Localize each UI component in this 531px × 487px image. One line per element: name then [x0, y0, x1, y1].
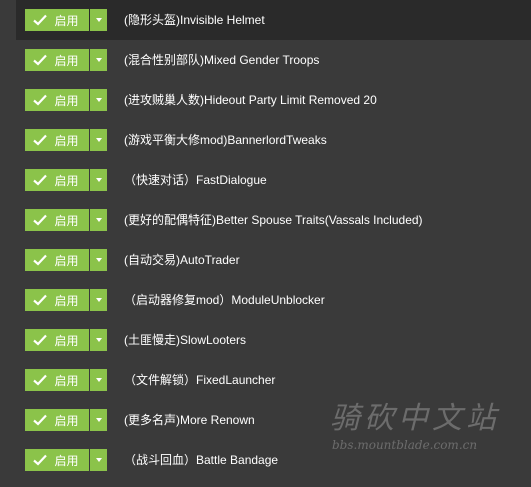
enable-dropdown-button[interactable]: [90, 369, 107, 391]
enable-label: 启用: [54, 173, 79, 188]
enable-dropdown-button[interactable]: [90, 129, 107, 151]
mod-row-fixed-launcher[interactable]: 启用 （文件解锁）FixedLauncher: [0, 360, 531, 400]
chevron-down-icon: [95, 178, 102, 182]
chevron-down-icon: [95, 338, 102, 342]
mod-row-better-spouse-traits[interactable]: 启用 (更好的配偶特征)Better Spouse Traits(Vassals…: [0, 200, 531, 240]
check-icon: [33, 174, 48, 186]
check-icon: [33, 134, 48, 146]
mod-name: (游戏平衡大修mod)BannerlordTweaks: [124, 133, 327, 147]
mod-name: (更好的配偶特征)Better Spouse Traits(Vassals In…: [124, 213, 423, 227]
mod-name: (进攻贼巢人数)Hideout Party Limit Removed 20: [124, 93, 377, 107]
enable-button[interactable]: 启用: [25, 89, 89, 111]
enable-label: 启用: [54, 333, 79, 348]
enable-dropdown-button[interactable]: [90, 89, 107, 111]
enable-label: 启用: [54, 293, 79, 308]
enable-toggle: 启用: [25, 249, 107, 271]
enable-button[interactable]: 启用: [25, 289, 89, 311]
mod-row-battle-bandage[interactable]: 启用 （战斗回血）Battle Bandage: [0, 440, 531, 480]
check-icon: [33, 294, 48, 306]
enable-toggle: 启用: [25, 89, 107, 111]
enable-label: 启用: [54, 373, 79, 388]
mod-name: （文件解锁）FixedLauncher: [124, 373, 276, 387]
enable-toggle: 启用: [25, 169, 107, 191]
enable-button[interactable]: 启用: [25, 209, 89, 231]
enable-label: 启用: [54, 253, 79, 268]
chevron-down-icon: [95, 418, 102, 422]
enable-toggle: 启用: [25, 129, 107, 151]
chevron-down-icon: [95, 378, 102, 382]
check-icon: [33, 254, 48, 266]
enable-button[interactable]: 启用: [25, 369, 89, 391]
chevron-down-icon: [95, 258, 102, 262]
mod-row-more-renown[interactable]: 启用 (更多名声)More Renown: [0, 400, 531, 440]
mod-list: 启用 (隐形头盔)Invisible Helmet 启用 (混合性别部队)Mix…: [0, 0, 531, 487]
enable-dropdown-button[interactable]: [90, 329, 107, 351]
enable-dropdown-button[interactable]: [90, 209, 107, 231]
enable-label: 启用: [54, 13, 79, 28]
check-icon: [33, 214, 48, 226]
mod-row-module-unblocker[interactable]: 启用 （启动器修复mod）ModuleUnblocker: [0, 280, 531, 320]
enable-toggle: 启用: [25, 329, 107, 351]
chevron-down-icon: [95, 98, 102, 102]
mod-name: (混合性别部队)Mixed Gender Troops: [124, 53, 320, 67]
mod-row-auto-trader[interactable]: 启用 (自动交易)AutoTrader: [0, 240, 531, 280]
mod-name: （快速对话）FastDialogue: [124, 173, 267, 187]
mod-row-bannerlord-tweaks[interactable]: 启用 (游戏平衡大修mod)BannerlordTweaks: [0, 120, 531, 160]
enable-toggle: 启用: [25, 209, 107, 231]
enable-toggle: 启用: [25, 409, 107, 431]
mod-row-mixed-gender-troops[interactable]: 启用 (混合性别部队)Mixed Gender Troops: [0, 40, 531, 80]
chevron-down-icon: [95, 138, 102, 142]
chevron-down-icon: [95, 298, 102, 302]
mod-name: (土匪慢走)SlowLooters: [124, 333, 247, 347]
enable-button[interactable]: 启用: [25, 9, 89, 31]
enable-dropdown-button[interactable]: [90, 49, 107, 71]
enable-toggle: 启用: [25, 49, 107, 71]
chevron-down-icon: [95, 58, 102, 62]
check-icon: [33, 94, 48, 106]
enable-dropdown-button[interactable]: [90, 9, 107, 31]
mod-name: (更多名声)More Renown: [124, 413, 255, 427]
mod-name: （启动器修复mod）ModuleUnblocker: [124, 293, 325, 307]
enable-label: 启用: [54, 53, 79, 68]
chevron-down-icon: [95, 458, 102, 462]
enable-toggle: 启用: [25, 369, 107, 391]
enable-dropdown-button[interactable]: [90, 449, 107, 471]
enable-button[interactable]: 启用: [25, 129, 89, 151]
enable-button[interactable]: 启用: [25, 249, 89, 271]
enable-dropdown-button[interactable]: [90, 169, 107, 191]
enable-dropdown-button[interactable]: [90, 249, 107, 271]
mod-name: (自动交易)AutoTrader: [124, 253, 240, 267]
mod-name: (隐形头盔)Invisible Helmet: [124, 13, 265, 27]
check-icon: [33, 374, 48, 386]
enable-button[interactable]: 启用: [25, 329, 89, 351]
check-icon: [33, 14, 48, 26]
enable-label: 启用: [54, 213, 79, 228]
enable-label: 启用: [54, 133, 79, 148]
enable-toggle: 启用: [25, 9, 107, 31]
enable-toggle: 启用: [25, 449, 107, 471]
enable-toggle: 启用: [25, 289, 107, 311]
chevron-down-icon: [95, 218, 102, 222]
enable-button[interactable]: 启用: [25, 409, 89, 431]
enable-dropdown-button[interactable]: [90, 409, 107, 431]
check-icon: [33, 54, 48, 66]
mod-row-hideout-party-limit[interactable]: 启用 (进攻贼巢人数)Hideout Party Limit Removed 2…: [0, 80, 531, 120]
enable-dropdown-button[interactable]: [90, 289, 107, 311]
enable-button[interactable]: 启用: [25, 49, 89, 71]
check-icon: [33, 414, 48, 426]
chevron-down-icon: [95, 18, 102, 22]
enable-label: 启用: [54, 413, 79, 428]
mod-name: （战斗回血）Battle Bandage: [124, 453, 279, 467]
mod-row-fast-dialogue[interactable]: 启用 （快速对话）FastDialogue: [0, 160, 531, 200]
check-icon: [33, 334, 48, 346]
enable-label: 启用: [54, 453, 79, 468]
enable-button[interactable]: 启用: [25, 449, 89, 471]
mod-row-slow-looters[interactable]: 启用 (土匪慢走)SlowLooters: [0, 320, 531, 360]
mod-row-invisible-helmet[interactable]: 启用 (隐形头盔)Invisible Helmet: [0, 0, 531, 40]
enable-button[interactable]: 启用: [25, 169, 89, 191]
enable-label: 启用: [54, 93, 79, 108]
check-icon: [33, 454, 48, 466]
